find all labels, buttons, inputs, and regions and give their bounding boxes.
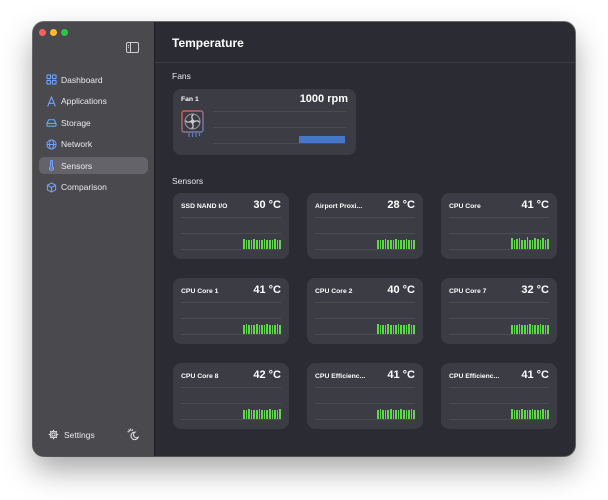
sensor-value: 32 °C — [521, 284, 549, 296]
minimize-button[interactable] — [50, 29, 57, 36]
sensor-value: 41 °C — [387, 369, 415, 381]
sensor-card[interactable]: CPU Efficienc... 41 °C — [307, 363, 423, 429]
fan-name: Fan 1 — [181, 96, 199, 103]
sensor-name: CPU Core 1 — [181, 288, 219, 295]
sidebar-item-dashboard[interactable]: Dashboard — [39, 71, 148, 88]
sidebar-item-label: Comparison — [61, 182, 107, 193]
fan-card[interactable]: Fan 1 1000 rpm — [173, 89, 356, 155]
sidebar-item-label: Network — [61, 139, 93, 150]
sidebar-footer: Settings — [48, 428, 140, 441]
sensor-history-bars — [511, 324, 549, 334]
sensor-card[interactable]: CPU Core 41 °C — [441, 193, 557, 259]
window-controls — [39, 29, 68, 36]
sensor-history-bars — [243, 239, 281, 249]
sensor-history-bars — [243, 409, 281, 419]
sensor-value: 28 °C — [387, 199, 415, 211]
sensor-value: 41 °C — [521, 369, 549, 381]
sensor-card[interactable]: CPU Core 1 41 °C — [173, 278, 289, 344]
sensor-value: 41 °C — [521, 199, 549, 211]
gear-icon — [48, 429, 59, 440]
sensor-card[interactable]: CPU Efficienc... 41 °C — [441, 363, 557, 429]
sensor-history-bars — [511, 409, 549, 419]
comparison-icon — [46, 182, 57, 193]
zoom-button[interactable] — [61, 29, 68, 36]
sensor-value: 42 °C — [253, 369, 281, 381]
sensor-name: Airport Proxi... — [315, 203, 363, 210]
sensor-card[interactable]: SSD NAND I/O 30 °C — [173, 193, 289, 259]
sidebar-item-comparison[interactable]: Comparison — [39, 179, 148, 196]
sensor-card[interactable]: Airport Proxi... 28 °C — [307, 193, 423, 259]
settings-button[interactable]: Settings — [48, 429, 95, 440]
sensor-name: CPU Core 7 — [449, 288, 487, 295]
sidebar-item-label: Applications — [61, 96, 107, 107]
fans-section-label: Fans — [172, 71, 191, 81]
applications-icon — [46, 95, 57, 107]
sidebar-item-label: Storage — [61, 117, 91, 128]
network-icon — [46, 139, 57, 150]
sensor-value: 41 °C — [253, 284, 281, 296]
sensor-history-bars — [511, 237, 549, 249]
sensor-value: 30 °C — [253, 199, 281, 211]
sensor-history-bars — [377, 324, 415, 334]
page-title: Temperature — [155, 22, 575, 63]
moon-sun-icon — [127, 428, 140, 441]
close-button[interactable] — [39, 29, 46, 36]
sidebar-nav: Dashboard Applications Storage Network S… — [39, 71, 148, 201]
sensors-section-label: Sensors — [172, 176, 204, 186]
sensor-name: SSD NAND I/O — [181, 203, 228, 210]
sensor-value: 40 °C — [387, 284, 415, 296]
sensor-card[interactable]: CPU Core 7 32 °C — [441, 278, 557, 344]
sensor-name: CPU Core 8 — [181, 373, 219, 380]
settings-label: Settings — [64, 429, 95, 440]
main-content: Temperature Fans Fan 1 1000 rpm Sensors … — [155, 22, 575, 456]
sidebar-toggle-icon[interactable] — [126, 42, 139, 53]
fan-icon — [181, 110, 204, 137]
fan-speed-bar — [299, 136, 345, 143]
theme-toggle-button[interactable] — [127, 428, 140, 441]
sensor-name: CPU Core — [449, 203, 481, 210]
sensor-history-bars — [377, 239, 415, 249]
sensor-name: CPU Efficienc... — [449, 373, 500, 380]
storage-icon — [46, 117, 57, 128]
sensors-icon — [46, 160, 57, 172]
sensor-card[interactable]: CPU Core 8 42 °C — [173, 363, 289, 429]
sidebar-item-sensors[interactable]: Sensors — [39, 157, 148, 175]
fan-value: 1000 rpm — [299, 93, 348, 105]
sensor-card[interactable]: CPU Core 2 40 °C — [307, 278, 423, 344]
dashboard-icon — [46, 74, 57, 85]
sensor-name: CPU Efficienc... — [315, 373, 366, 380]
sidebar-item-label: Sensors — [61, 160, 93, 171]
sensor-history-bars — [243, 324, 281, 334]
sensor-history-bars — [377, 409, 415, 419]
app-window: Dashboard Applications Storage Network S… — [33, 22, 575, 456]
sidebar-item-network[interactable]: Network — [39, 136, 148, 153]
sidebar-item-label: Dashboard — [61, 74, 103, 85]
sidebar-item-storage[interactable]: Storage — [39, 114, 148, 131]
sidebar: Dashboard Applications Storage Network S… — [33, 22, 155, 456]
sensor-name: CPU Core 2 — [315, 288, 353, 295]
sidebar-item-applications[interactable]: Applications — [39, 93, 148, 110]
